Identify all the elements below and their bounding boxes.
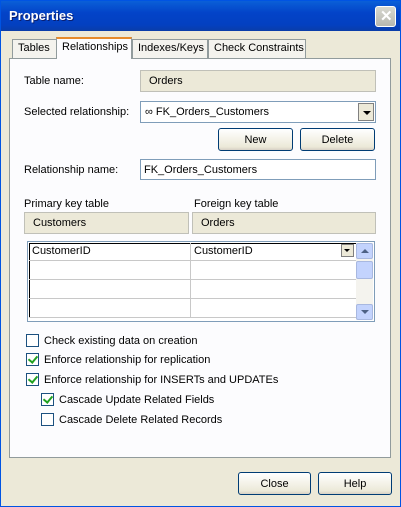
key-columns-grid: CustomerID CustomerID xyxy=(27,241,375,322)
tab-indexes-keys[interactable]: Indexes/Keys xyxy=(132,39,208,58)
selected-relationship-value: ∞ FK_Orders_Customers xyxy=(145,106,269,118)
cascade-delete-checkbox[interactable]: Cascade Delete Related Records xyxy=(41,413,222,426)
new-button[interactable]: New xyxy=(218,128,293,151)
grid-scrollbar[interactable] xyxy=(356,243,373,320)
close-window-button[interactable]: ✕ xyxy=(375,6,396,27)
enforce-replication-checkbox[interactable]: Enforce relationship for replication xyxy=(26,353,210,366)
table-cell[interactable] xyxy=(191,261,357,280)
relationship-name-label: Relationship name: xyxy=(24,164,119,176)
cascade-update-checkbox[interactable]: Cascade Update Related Fields xyxy=(41,393,214,406)
close-icon: ✕ xyxy=(380,8,393,25)
tab-relationships[interactable]: Relationships xyxy=(56,37,132,59)
enforce-inserts-updates-checkbox[interactable]: Enforce relationship for INSERTs and UPD… xyxy=(26,373,278,386)
checkbox-label: Enforce relationship for INSERTs and UPD… xyxy=(44,373,279,386)
checkbox-box[interactable] xyxy=(41,393,54,406)
foreign-key-column-cell[interactable]: CustomerID xyxy=(191,243,357,261)
checkbox-box[interactable] xyxy=(26,334,39,347)
tab-label: Check Constraints xyxy=(214,42,304,54)
chevron-up-icon xyxy=(361,249,369,253)
selected-relationship-label: Selected relationship: xyxy=(24,106,130,118)
tab-label: Indexes/Keys xyxy=(138,42,205,54)
checkbox-label: Enforce relationship for replication xyxy=(44,353,211,366)
table-cell[interactable] xyxy=(29,299,191,318)
checkbox-label: Cascade Update Related Fields xyxy=(59,393,215,406)
selected-relationship-dropdown[interactable]: ∞ FK_Orders_Customers xyxy=(140,101,376,123)
foreign-key-table-label: Foreign key table xyxy=(194,198,279,210)
window-title: Properties xyxy=(9,8,74,23)
scroll-down-button[interactable] xyxy=(356,304,373,320)
primary-key-table-field: Customers xyxy=(24,212,189,234)
check-existing-data-checkbox[interactable]: Check existing data on creation xyxy=(26,334,197,347)
scroll-up-button[interactable] xyxy=(356,243,373,259)
table-cell[interactable] xyxy=(29,280,191,299)
checkbox-box[interactable] xyxy=(26,353,39,366)
dropdown-arrow-button[interactable] xyxy=(358,103,374,121)
foreign-key-table-field: Orders xyxy=(192,212,376,234)
relationship-name-input[interactable]: FK_Orders_Customers xyxy=(140,159,376,180)
table-name-field: Orders xyxy=(140,70,376,92)
chevron-down-icon xyxy=(363,111,371,115)
checkbox-box[interactable] xyxy=(41,413,54,426)
checkbox-box[interactable] xyxy=(26,373,39,386)
delete-button[interactable]: Delete xyxy=(300,128,375,151)
tab-tables[interactable]: Tables xyxy=(12,39,57,58)
primary-key-column-cell[interactable]: CustomerID xyxy=(29,243,191,261)
tab-label: Relationships xyxy=(62,41,129,53)
close-button[interactable]: Close xyxy=(238,472,311,495)
scroll-thumb[interactable] xyxy=(356,261,373,279)
primary-key-table-label: Primary key table xyxy=(24,198,109,210)
cell-dropdown-button[interactable] xyxy=(341,244,354,257)
tab-check-constraints[interactable]: Check Constraints xyxy=(208,39,306,58)
table-name-label: Table name: xyxy=(24,75,84,87)
table-cell[interactable] xyxy=(29,261,191,280)
chevron-down-icon xyxy=(361,310,369,314)
checkbox-label: Cascade Delete Related Records xyxy=(59,413,223,426)
infinity-icon: ∞ xyxy=(145,106,156,118)
tab-label: Tables xyxy=(18,42,50,54)
title-bar[interactable]: Properties ✕ xyxy=(1,1,400,31)
properties-window: Properties ✕ Tables Relationships Indexe… xyxy=(0,0,401,507)
help-button[interactable]: Help xyxy=(318,472,392,495)
table-cell[interactable] xyxy=(191,299,357,318)
checkbox-label: Check existing data on creation xyxy=(44,334,198,347)
table-cell[interactable] xyxy=(191,280,357,299)
chevron-down-icon xyxy=(344,249,350,252)
foreign-key-column-value: CustomerID xyxy=(194,245,253,257)
